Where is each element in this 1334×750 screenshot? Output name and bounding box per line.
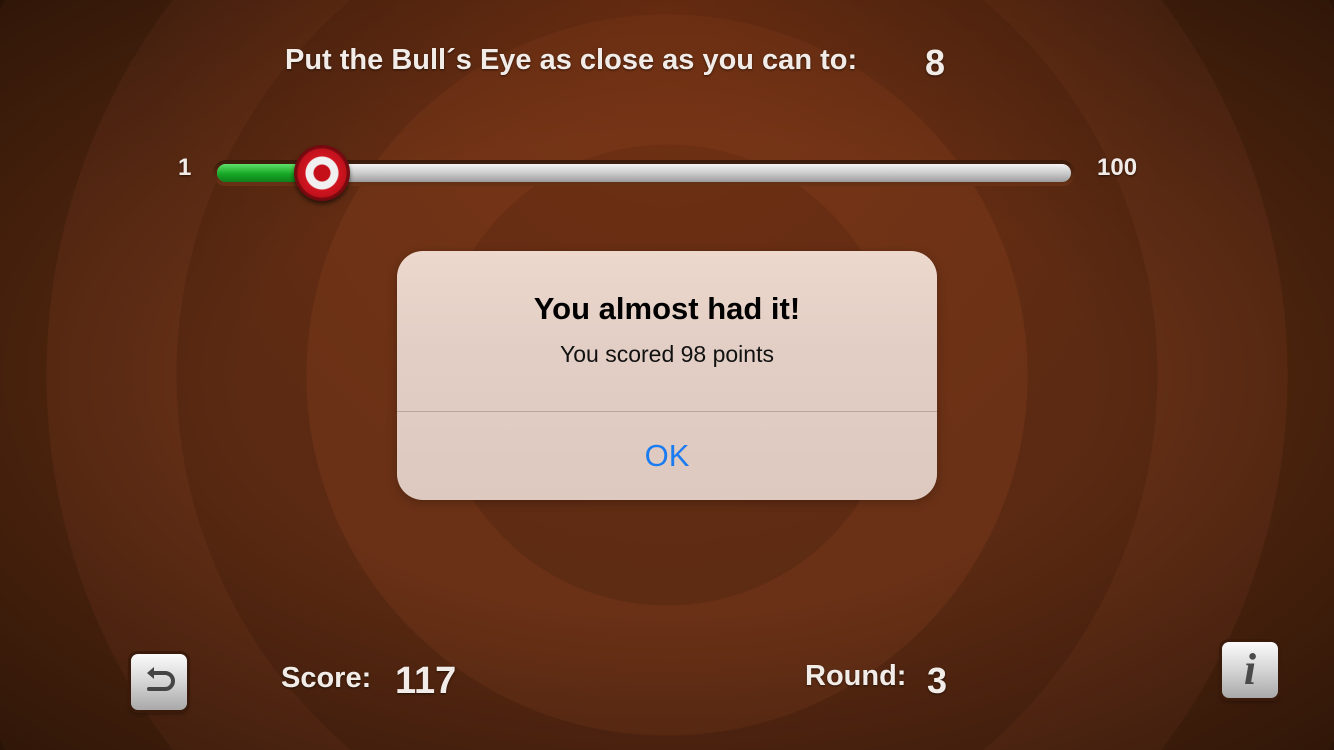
- slider-min-label: 1: [178, 154, 192, 181]
- round-label: Round:: [805, 660, 907, 692]
- score-value: 117: [395, 660, 457, 702]
- target-instruction-label: Put the Bull´s Eye as close as you can t…: [285, 44, 858, 76]
- result-alert-dialog: You almost had it! You scored 98 points …: [397, 251, 937, 500]
- target-value: 8: [925, 42, 946, 83]
- alert-title: You almost had it!: [533, 291, 801, 326]
- info-button[interactable]: i: [1222, 642, 1278, 698]
- bullseye-thumb-icon[interactable]: [293, 145, 350, 201]
- info-icon: i: [1243, 645, 1257, 694]
- restart-arrow-icon: [147, 667, 175, 691]
- slider-max-label: 100: [1097, 154, 1138, 181]
- ok-button[interactable]: OK: [397, 412, 937, 500]
- round-value: 3: [927, 660, 948, 701]
- restart-button[interactable]: [131, 654, 187, 710]
- score-label: Score:: [281, 662, 372, 694]
- alert-message: You scored 98 points: [560, 341, 774, 367]
